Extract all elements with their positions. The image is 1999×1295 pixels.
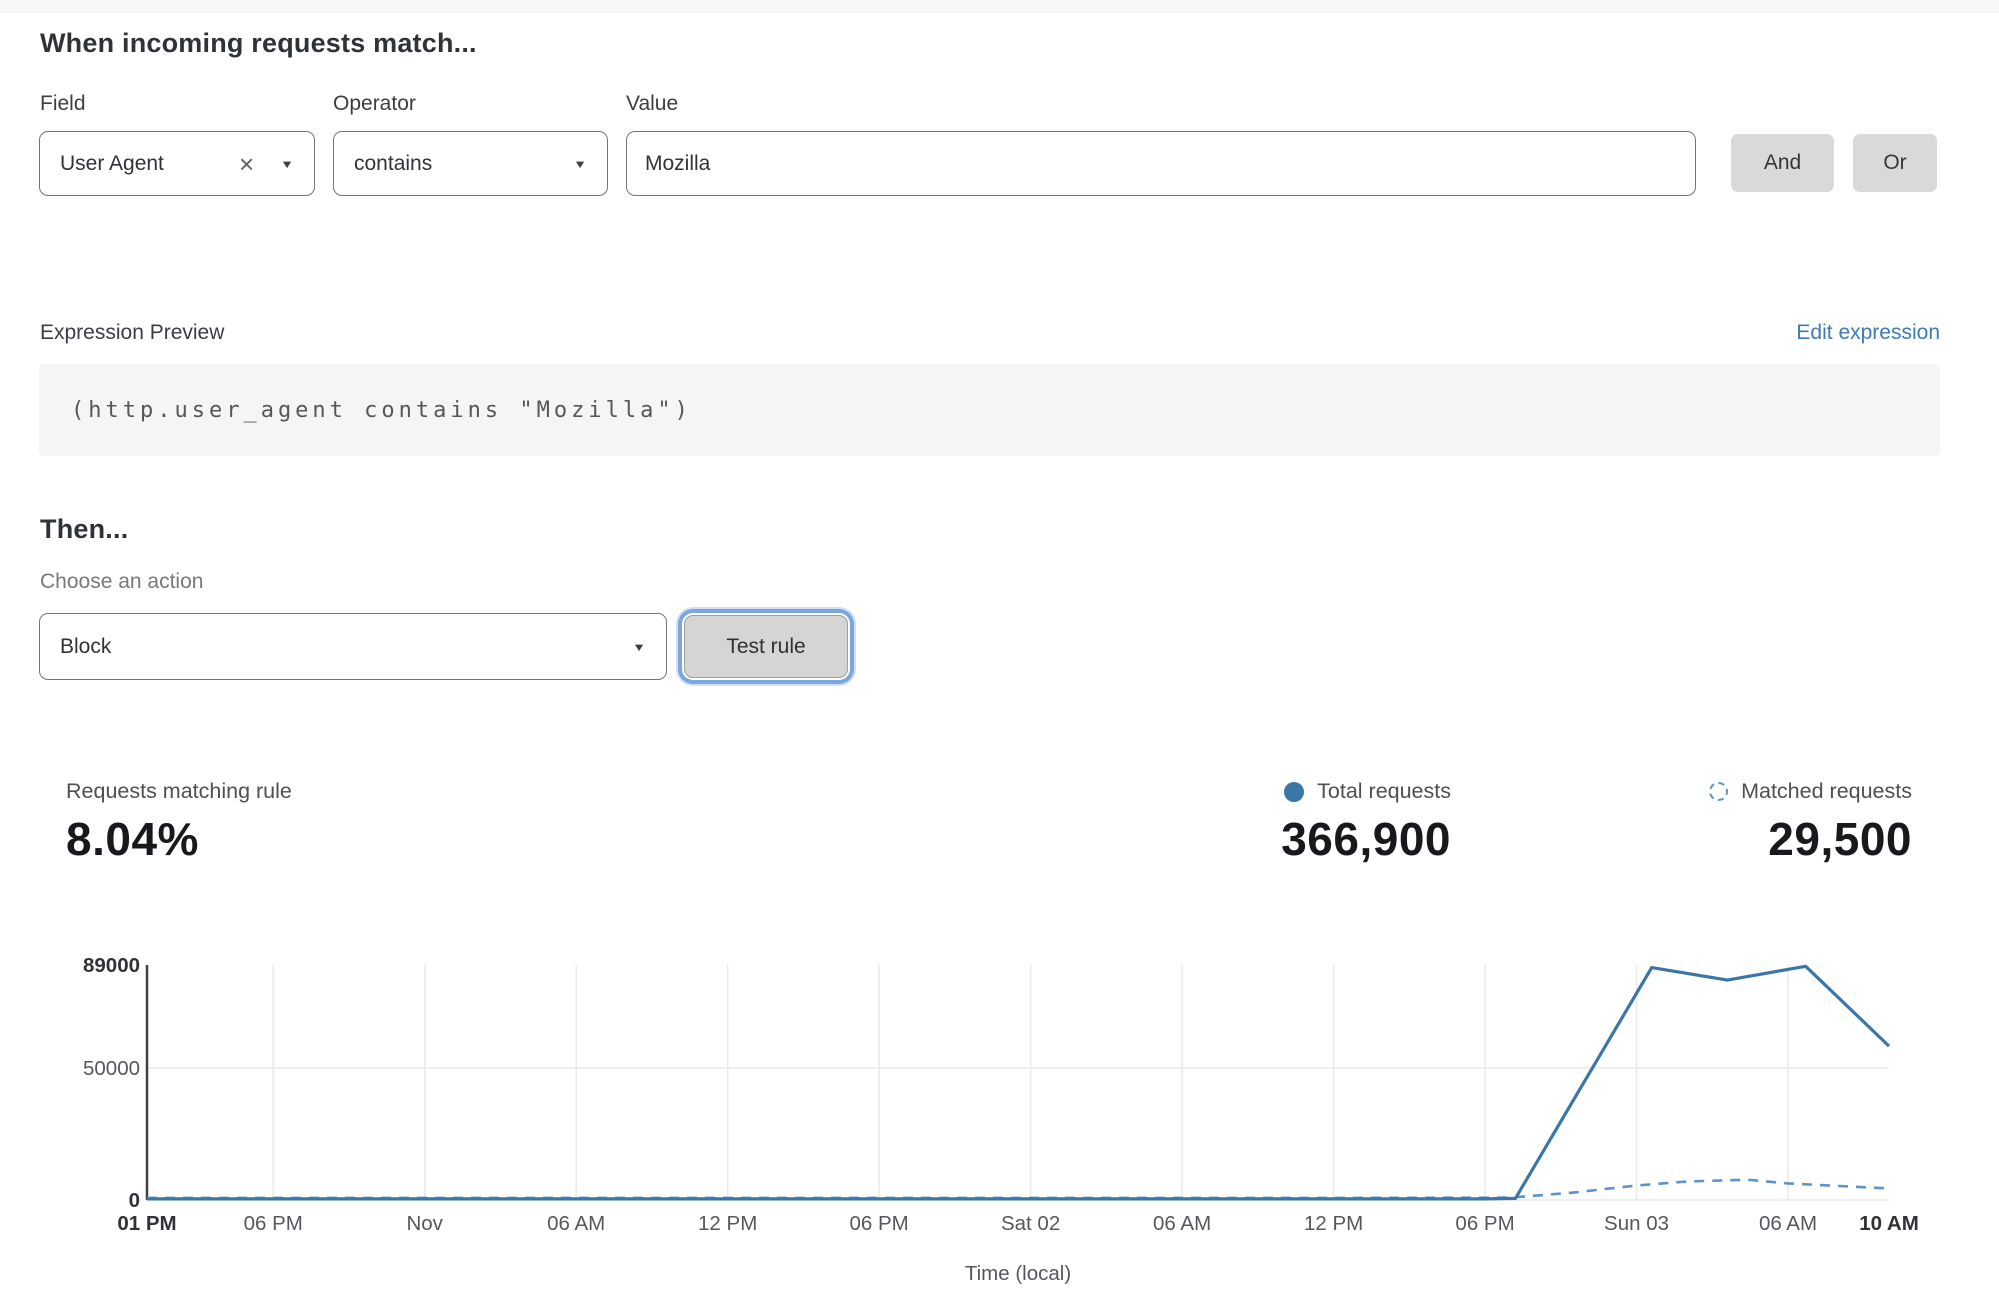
x-tick-label: Sat 02 [1001, 1212, 1060, 1235]
x-tick-label: 06 PM [850, 1212, 909, 1235]
chevron-down-icon: ▼ [280, 158, 294, 169]
requests-chart[interactable]: 0 50000 89000 01 PM 06 PM Nov 06 AM 12 PM 06 PM S… [0, 930, 1999, 1295]
operator-select[interactable]: contains ▼ [333, 131, 608, 196]
x-axis-title: Time (local) [965, 1262, 1071, 1285]
chevron-down-icon: ▼ [632, 641, 646, 652]
test-rule-button[interactable]: Test rule [684, 615, 848, 678]
then-heading: Then... [40, 514, 128, 545]
panel-top-edge [0, 0, 1999, 13]
matched-requests-line [147, 1180, 1889, 1198]
y-tick-label: 89000 [83, 954, 140, 977]
chevron-down-icon: ▼ [573, 158, 587, 169]
requests-matching-label: Requests matching rule [66, 779, 292, 804]
field-selected-value: User Agent [60, 152, 239, 176]
x-tick-label: 01 PM [117, 1212, 176, 1235]
requests-matching-value: 8.04% [66, 812, 292, 866]
x-tick-label: 06 AM [1153, 1212, 1211, 1235]
x-tick-label: 06 PM [1455, 1212, 1514, 1235]
expression-preview-label: Expression Preview [40, 321, 224, 345]
edit-expression-link[interactable]: Edit expression [1796, 321, 1940, 345]
x-tick-label: Nov [406, 1212, 443, 1235]
y-tick-label: 50000 [83, 1057, 140, 1080]
operator-label: Operator [333, 92, 416, 116]
y-tick-label: 0 [129, 1189, 140, 1212]
matched-requests-ring-icon [1709, 782, 1728, 801]
matched-requests-legend[interactable]: Matched requests [1709, 779, 1912, 804]
expression-code: (http.user_agent contains "Mozilla") [71, 398, 692, 423]
field-select[interactable]: User Agent × ▼ [39, 131, 315, 196]
x-tick-label: Sun 03 [1604, 1212, 1669, 1235]
total-requests-line [147, 966, 1889, 1199]
total-requests-dot-icon [1284, 782, 1304, 802]
page-title: When incoming requests match... [40, 28, 477, 59]
matched-requests-value: 29,500 [1709, 812, 1912, 866]
clear-field-icon[interactable]: × [239, 151, 254, 177]
or-button[interactable]: Or [1853, 134, 1937, 192]
action-selected-value: Block [60, 635, 632, 659]
choose-action-label: Choose an action [40, 570, 203, 594]
operator-selected-value: contains [354, 152, 573, 176]
total-requests-legend[interactable]: Total requests [1281, 779, 1451, 804]
x-tick-label: 12 PM [698, 1212, 757, 1235]
x-tick-label: 12 PM [1304, 1212, 1363, 1235]
total-requests-value: 366,900 [1281, 812, 1451, 866]
expression-code-box: (http.user_agent contains "Mozilla") [39, 364, 1940, 456]
x-tick-label: 10 AM [1859, 1212, 1919, 1235]
value-label: Value [626, 92, 678, 116]
value-input[interactable] [626, 131, 1696, 196]
x-tick-label: 06 PM [244, 1212, 303, 1235]
field-label: Field [40, 92, 86, 116]
and-button[interactable]: And [1731, 134, 1834, 192]
x-tick-label: 06 AM [1759, 1212, 1817, 1235]
total-requests-label: Total requests [1317, 779, 1451, 804]
action-select[interactable]: Block ▼ [39, 613, 667, 680]
x-tick-label: 06 AM [547, 1212, 605, 1235]
matched-requests-label: Matched requests [1741, 779, 1912, 804]
